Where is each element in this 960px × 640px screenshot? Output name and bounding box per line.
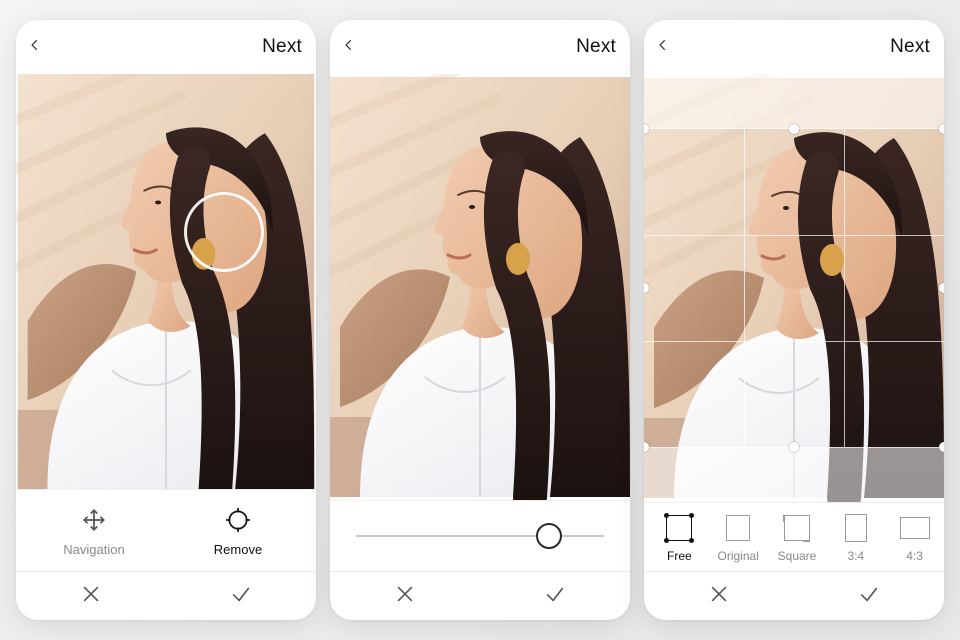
move-arrows-icon <box>80 506 108 534</box>
photo-canvas[interactable] <box>644 74 944 502</box>
check-icon <box>230 583 252 610</box>
crop-handle-ne[interactable] <box>939 124 944 134</box>
edited-photo <box>330 74 630 500</box>
x-icon <box>394 583 416 610</box>
edited-photo <box>16 74 316 489</box>
topbar: Next <box>644 20 944 74</box>
tool-remove-label: Remove <box>214 542 262 557</box>
editor-screen-adjust: Next <box>330 20 630 620</box>
x-icon <box>80 583 102 610</box>
next-button[interactable]: Next <box>576 36 616 58</box>
crop-handle-n[interactable] <box>789 124 799 134</box>
square-ratio-icon <box>782 513 812 543</box>
editor-screen-crop: Next Free <box>644 20 944 620</box>
chevron-left-icon <box>342 38 356 57</box>
back-button[interactable] <box>654 38 672 56</box>
ratio-4-3-icon <box>900 513 930 543</box>
back-button[interactable] <box>26 38 44 56</box>
tool-row: Navigation Remove <box>16 489 316 571</box>
confirm-button[interactable] <box>480 572 630 620</box>
free-crop-icon <box>664 513 694 543</box>
slider-knob[interactable] <box>536 523 562 549</box>
cancel-button[interactable] <box>644 572 794 620</box>
cancel-button[interactable] <box>16 572 166 620</box>
confirm-button[interactable] <box>794 572 944 620</box>
confirm-row <box>644 571 944 620</box>
chevron-left-icon <box>656 38 670 57</box>
ratio-original-label: Original <box>718 549 759 563</box>
ratio-3-4-icon <box>841 513 871 543</box>
crop-handle-nw[interactable] <box>644 124 649 134</box>
tool-navigation-label: Navigation <box>63 542 124 557</box>
adjust-slider-row <box>330 500 630 571</box>
ratio-free-label: Free <box>667 549 692 563</box>
tool-navigation[interactable]: Navigation <box>22 502 166 561</box>
next-button[interactable]: Next <box>890 36 930 58</box>
ratio-3-4-label: 3:4 <box>847 549 864 563</box>
tool-remove[interactable]: Remove <box>166 502 310 561</box>
ratio-free[interactable]: Free <box>652 513 707 563</box>
heal-loupe[interactable] <box>184 192 264 272</box>
crop-handle-s[interactable] <box>789 442 799 452</box>
confirm-button[interactable] <box>166 572 316 620</box>
ratio-4-3-label: 4:3 <box>906 549 923 563</box>
aspect-ratio-row: Free Original Square 3:4 4:3 <box>644 502 944 571</box>
crop-handle-w[interactable] <box>644 283 649 293</box>
ratio-square[interactable]: Square <box>770 513 825 563</box>
topbar: Next <box>16 20 316 74</box>
crop-handle-e[interactable] <box>939 283 944 293</box>
check-icon <box>858 583 880 610</box>
original-ratio-icon <box>723 513 753 543</box>
chevron-left-icon <box>28 38 42 57</box>
crop-dim-bottom <box>644 448 944 502</box>
confirm-row <box>16 571 316 620</box>
ratio-4-3[interactable]: 4:3 <box>887 513 942 563</box>
crop-handle-se[interactable] <box>939 442 944 452</box>
adjust-slider[interactable] <box>356 535 604 537</box>
photo-canvas[interactable] <box>330 74 630 500</box>
x-icon <box>708 583 730 610</box>
ratio-square-label: Square <box>778 549 817 563</box>
next-button[interactable]: Next <box>262 36 302 58</box>
topbar: Next <box>330 20 630 74</box>
target-icon <box>224 506 252 534</box>
ratio-original[interactable]: Original <box>711 513 766 563</box>
crop-grid[interactable] <box>644 128 944 448</box>
ratio-3-4[interactable]: 3:4 <box>828 513 883 563</box>
photo-canvas[interactable] <box>16 74 316 489</box>
editor-screen-heal: Next <box>16 20 316 620</box>
confirm-row <box>330 571 630 620</box>
check-icon <box>544 583 566 610</box>
crop-dim-top <box>644 74 944 128</box>
back-button[interactable] <box>340 38 358 56</box>
cancel-button[interactable] <box>330 572 480 620</box>
